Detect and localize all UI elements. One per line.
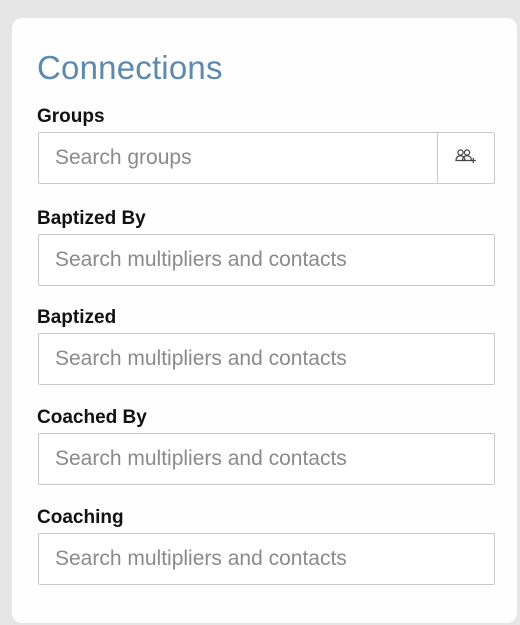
baptized-by-field xyxy=(38,234,495,286)
groups-search-input[interactable] xyxy=(39,133,437,183)
coached-by-label: Coached By xyxy=(37,407,147,428)
connections-card: Connections Groups Baptized By Baptized … xyxy=(12,18,517,623)
coached-by-field xyxy=(38,433,495,485)
baptized-field xyxy=(38,333,495,385)
add-group-icon xyxy=(455,148,477,169)
add-group-button[interactable] xyxy=(437,133,494,183)
coaching-search-input[interactable] xyxy=(39,534,494,584)
baptized-by-label: Baptized By xyxy=(37,208,146,229)
baptized-by-search-input[interactable] xyxy=(39,235,494,285)
coached-by-search-input[interactable] xyxy=(39,434,494,484)
groups-field xyxy=(38,132,495,184)
section-title: Connections xyxy=(37,49,223,86)
coaching-label: Coaching xyxy=(37,507,124,528)
baptized-search-input[interactable] xyxy=(39,334,494,384)
groups-label: Groups xyxy=(37,106,105,127)
baptized-label: Baptized xyxy=(37,307,117,328)
coaching-field xyxy=(38,533,495,585)
